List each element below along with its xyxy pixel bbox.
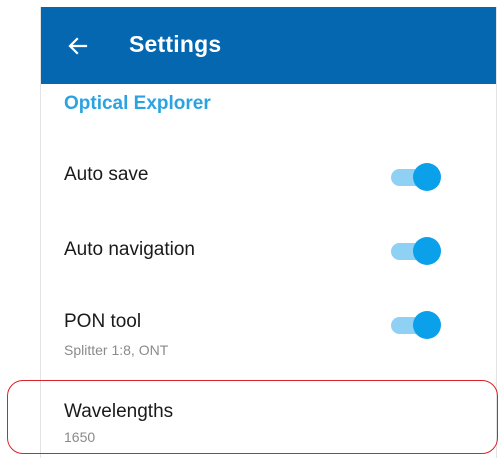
wavelengths-label: Wavelengths (64, 401, 174, 422)
wavelengths-row[interactable]: Wavelengths 1650 (41, 387, 496, 458)
back-button[interactable] (61, 29, 95, 63)
wavelengths-value: 1650 (64, 429, 96, 445)
settings-screen: Settings Optical Explorer Auto save Auto… (40, 7, 497, 458)
auto-save-label: Auto save (64, 164, 149, 185)
pon-tool-label: PON tool (64, 311, 142, 332)
app-bar: Settings (41, 7, 496, 84)
pon-tool-row[interactable]: PON tool Splitter 1:8, ONT (41, 297, 496, 377)
toggle-thumb (413, 237, 441, 265)
toggle-thumb (413, 311, 441, 339)
section-header-optical-explorer: Optical Explorer (64, 93, 211, 114)
arrow-left-icon (68, 37, 88, 55)
auto-navigation-label: Auto navigation (64, 239, 195, 260)
toggle-thumb (413, 163, 441, 191)
page-title: Settings (129, 31, 222, 57)
auto-save-toggle[interactable] (389, 162, 441, 192)
auto-save-row[interactable]: Auto save (41, 147, 496, 207)
auto-navigation-toggle[interactable] (389, 236, 441, 266)
pon-tool-subtitle: Splitter 1:8, ONT (64, 342, 169, 358)
pon-tool-toggle[interactable] (389, 310, 441, 340)
auto-navigation-row[interactable]: Auto navigation (41, 222, 496, 282)
